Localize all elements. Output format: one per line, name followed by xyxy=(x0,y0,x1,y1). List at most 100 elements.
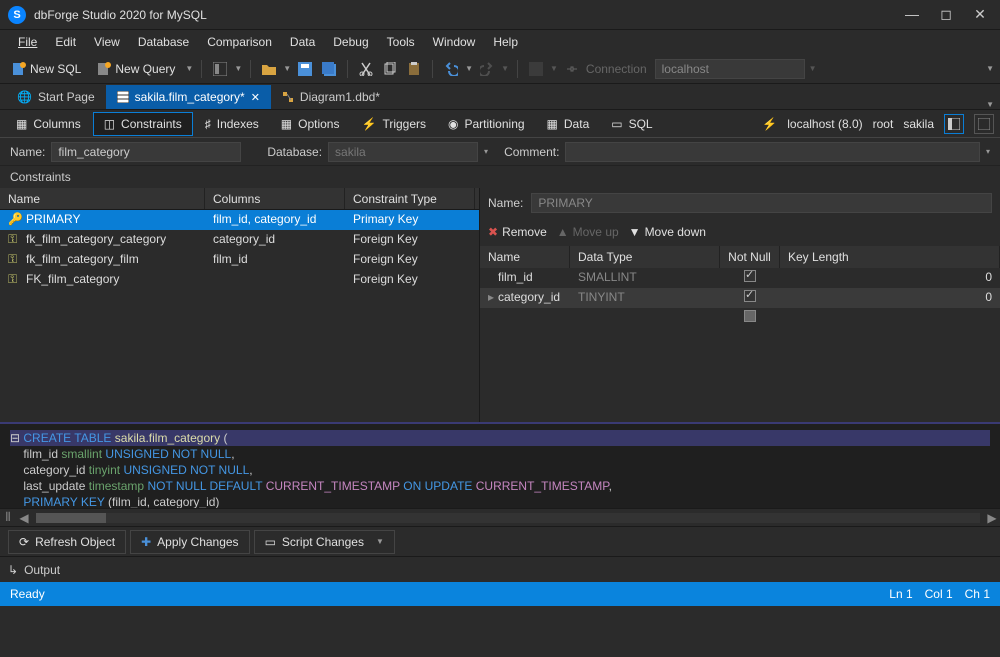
constraint-row[interactable]: ⚿FK_film_categoryForeign Key xyxy=(0,270,479,290)
constraint-row[interactable]: ⚿fk_film_category_filmfilm_idForeign Key xyxy=(0,250,479,270)
col-columns[interactable]: Columns xyxy=(205,188,345,209)
subtab-constraints[interactable]: ◫Constraints xyxy=(93,112,193,136)
toolbar-overflow[interactable]: ▼ xyxy=(986,64,994,73)
menu-file[interactable]: File xyxy=(10,33,45,51)
script-changes-button[interactable]: ▭Script Changes▼ xyxy=(254,530,395,554)
subtab-sql[interactable]: ▭SQL xyxy=(601,113,662,135)
notnull-checkbox[interactable] xyxy=(744,270,756,282)
detail-name-input[interactable] xyxy=(531,193,992,213)
menu-help[interactable]: Help xyxy=(485,33,526,51)
scroll-group-left[interactable]: ⦀ xyxy=(0,510,16,525)
notnull-checkbox[interactable] xyxy=(744,290,756,302)
table-icon xyxy=(117,91,129,103)
link-icon: ⚿ xyxy=(8,252,22,267)
new-sql-button[interactable]: New SQL xyxy=(6,60,87,78)
minimize-button[interactable]: — xyxy=(904,6,920,23)
sql-line-4: last_update timestamp NOT NULL DEFAULT C… xyxy=(10,479,612,493)
query-icon xyxy=(97,62,111,76)
editor-subtabs: ▦Columns ◫Constraints ♯Indexes ▦Options … xyxy=(0,110,1000,138)
scroll-track[interactable] xyxy=(36,513,980,523)
copy-icon[interactable] xyxy=(380,59,400,79)
menu-window[interactable]: Window xyxy=(425,33,484,51)
detail-col-notnull[interactable]: Not Null xyxy=(720,246,780,268)
remove-button[interactable]: ✖Remove xyxy=(488,225,547,239)
new-query-button[interactable]: New Query xyxy=(91,60,181,78)
layout-icon[interactable] xyxy=(210,59,230,79)
detail-col-keylength[interactable]: Key Length xyxy=(780,246,1000,268)
name-input[interactable] xyxy=(51,142,241,162)
tab-start-page[interactable]: 🌐 Start Page xyxy=(6,85,106,109)
subtab-columns[interactable]: ▦Columns xyxy=(6,113,91,135)
status-col: Col 1 xyxy=(925,587,953,601)
open-icon[interactable] xyxy=(259,59,279,79)
detail-row[interactable]: film_idSMALLINT0 xyxy=(480,268,1000,288)
menu-database[interactable]: Database xyxy=(130,33,197,51)
globe-icon: 🌐 xyxy=(17,90,32,104)
scroll-left-arrow[interactable]: ◀ xyxy=(16,511,32,525)
new-query-dropdown[interactable]: ▼ xyxy=(185,64,193,73)
database-label: Database: xyxy=(267,145,322,159)
connection-label: Connection xyxy=(586,62,647,76)
sql-file-icon xyxy=(12,62,26,76)
connect-icon[interactable] xyxy=(562,59,582,79)
detail-col-datatype[interactable]: Data Type xyxy=(570,246,720,268)
connection-selector[interactable] xyxy=(655,59,805,79)
apply-changes-button[interactable]: ✚Apply Changes xyxy=(130,530,249,554)
constraint-row[interactable]: 🔑PRIMARYfilm_id, category_idPrimary Key xyxy=(0,210,479,230)
menu-edit[interactable]: Edit xyxy=(47,33,84,51)
layout-toggle-left[interactable] xyxy=(944,114,964,134)
menu-comparison[interactable]: Comparison xyxy=(199,33,280,51)
database-input[interactable] xyxy=(328,142,478,162)
scroll-thumb[interactable] xyxy=(36,513,106,523)
status-line: Ln 1 xyxy=(889,587,912,601)
menu-view[interactable]: View xyxy=(86,33,128,51)
maximize-button[interactable]: ◻ xyxy=(938,6,954,23)
tabs-overflow[interactable]: ▼ xyxy=(986,100,994,109)
notnull-checkbox[interactable] xyxy=(744,310,756,322)
menu-debug[interactable]: Debug xyxy=(325,33,376,51)
h-scrollbar[interactable]: ⦀ ◀ ▶ xyxy=(0,508,1000,526)
layout-toggle-right[interactable] xyxy=(974,114,994,134)
undo-icon[interactable] xyxy=(441,59,461,79)
subtab-triggers[interactable]: ⚡Triggers xyxy=(351,113,436,135)
indexes-icon: ♯ xyxy=(205,117,211,131)
table-properties-row: Name: Database: ▾ Comment: ▾ xyxy=(0,138,1000,166)
cut-icon[interactable] xyxy=(356,59,376,79)
constraint-row[interactable]: ⚿fk_film_category_categorycategory_idFor… xyxy=(0,230,479,250)
detail-row-new[interactable] xyxy=(480,308,1000,328)
save-all-icon[interactable] xyxy=(319,59,339,79)
sql-preview: ⊟ CREATE TABLE sakila.film_category ( fi… xyxy=(0,422,1000,508)
execute-icon[interactable] xyxy=(526,59,546,79)
down-icon: ▼ xyxy=(629,225,641,239)
menu-data[interactable]: Data xyxy=(282,33,323,51)
menu-tools[interactable]: Tools xyxy=(379,33,423,51)
connection-host: localhost (8.0) xyxy=(787,117,862,131)
output-tab[interactable]: ↳ Output xyxy=(0,556,1000,582)
sql-line-1: ⊟ CREATE TABLE sakila.film_category ( xyxy=(10,430,990,446)
comment-input[interactable] xyxy=(565,142,980,162)
detail-col-name[interactable]: Name xyxy=(480,246,570,268)
moveup-button[interactable]: ▲Move up xyxy=(557,225,619,239)
detail-row[interactable]: ▸category_idTINYINT0 xyxy=(480,288,1000,308)
col-name[interactable]: Name xyxy=(0,188,205,209)
refresh-object-button[interactable]: ⟳Refresh Object xyxy=(8,530,126,554)
save-icon[interactable] xyxy=(295,59,315,79)
close-tab-button[interactable]: ✕ xyxy=(251,91,260,104)
close-window-button[interactable]: ✕ xyxy=(972,6,988,23)
tab-film-category[interactable]: sakila.film_category* ✕ xyxy=(106,85,271,109)
status-ready: Ready xyxy=(10,587,45,601)
refresh-icon: ⟳ xyxy=(19,535,29,549)
subtab-partitioning[interactable]: ◉Partitioning xyxy=(438,113,535,135)
scroll-right-arrow[interactable]: ▶ xyxy=(984,511,1000,525)
subtab-indexes[interactable]: ♯Indexes xyxy=(195,113,269,135)
col-constraint-type[interactable]: Constraint Type xyxy=(345,188,475,209)
script-icon: ▭ xyxy=(265,535,276,549)
detail-name-label: Name: xyxy=(488,196,523,210)
paste-icon[interactable] xyxy=(404,59,424,79)
movedown-button[interactable]: ▼Move down xyxy=(629,225,706,239)
subtab-data[interactable]: ▦Data xyxy=(537,113,600,135)
redo-icon[interactable] xyxy=(477,59,497,79)
link-icon: ⚿ xyxy=(8,232,22,247)
subtab-options[interactable]: ▦Options xyxy=(271,113,350,135)
tab-diagram1[interactable]: Diagram1.dbd* xyxy=(271,85,391,109)
